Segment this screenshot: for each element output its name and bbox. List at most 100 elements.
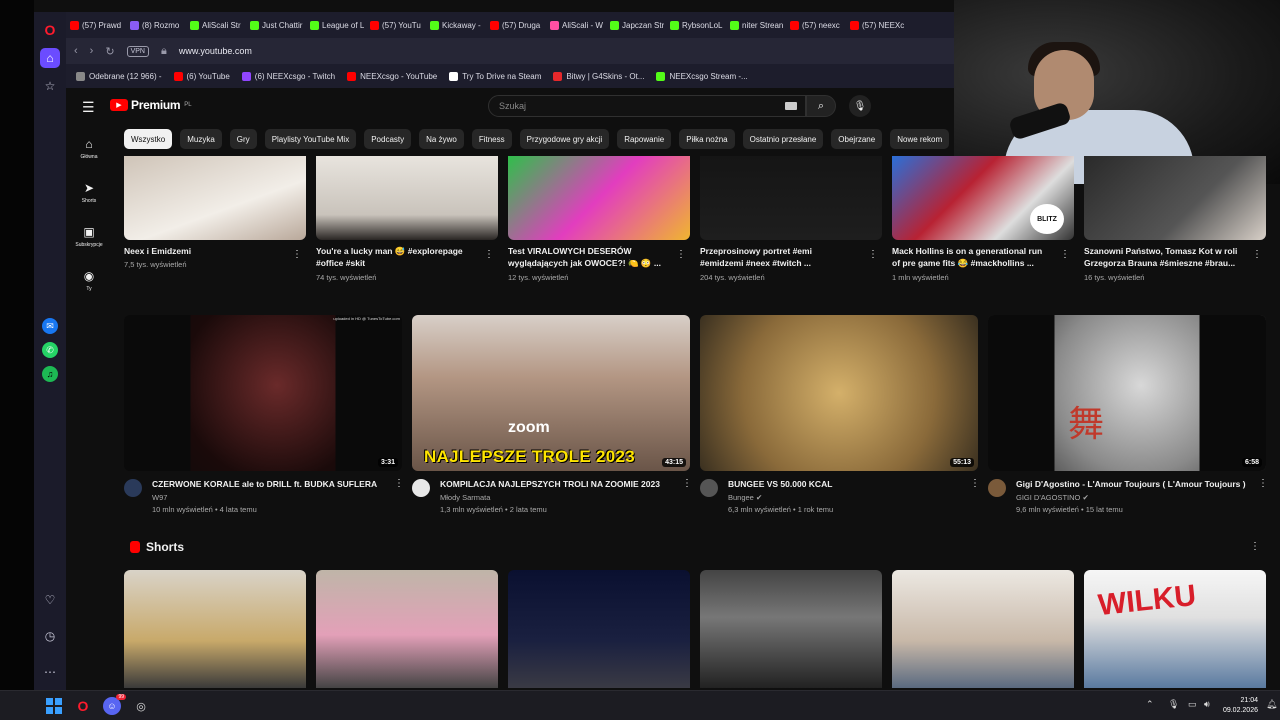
channel-avatar[interactable] [412, 479, 430, 497]
top-video-title[interactable]: Neex i Emidzemi [124, 245, 289, 257]
filter-chip[interactable]: Na żywo [419, 129, 464, 149]
browser-tab[interactable]: (57) YouTu [366, 15, 424, 35]
video-thumbnail[interactable]: uploaded in HD @ TunesToTube.com 3:31 [124, 315, 402, 471]
top-video-title-line2[interactable]: Grzegorza Brauna #śmieszne #brau... [1084, 257, 1249, 269]
back-icon[interactable]: ‹ [74, 45, 78, 57]
forward-icon[interactable]: › [90, 45, 94, 57]
taskbar-clock[interactable]: 21:04 09.02.2026 [1223, 696, 1258, 716]
video-thumbnail[interactable]: zoom NAJLEPSZE TROLE 2023 43:15 [412, 315, 690, 471]
channel-name[interactable]: W97 [152, 492, 167, 504]
browser-tab[interactable]: (8) Rozmo [126, 15, 184, 35]
video-more-icon[interactable]: ⋮ [394, 478, 404, 489]
bookmark-item[interactable]: (6) NEEXcsgo - Twitch [241, 71, 335, 81]
channel-name[interactable]: Bungee ✔ [728, 492, 762, 504]
video-more-icon[interactable]: ⋮ [868, 249, 878, 260]
video-more-icon[interactable]: ⋮ [1258, 478, 1268, 489]
short-thumbnail[interactable] [892, 570, 1074, 688]
spotify-icon[interactable]: ♫ [42, 366, 58, 382]
top-video-title[interactable]: Mack Hollins is on a generational run [892, 245, 1057, 257]
browser-tab[interactable]: (57) Prawd [66, 15, 124, 35]
short-thumbnail[interactable] [700, 570, 882, 688]
guide-item[interactable]: ▣ Subskrypcje [66, 214, 112, 258]
browser-tab[interactable]: AliScali Str [186, 15, 244, 35]
video-more-icon[interactable]: ⋮ [682, 478, 692, 489]
channel-avatar[interactable] [988, 479, 1006, 497]
top-video-title-line2[interactable]: #emidzemi #neex #twitch ... [700, 257, 865, 269]
short-thumbnail[interactable] [124, 570, 306, 688]
bookmark-item[interactable]: Try To Drive na Steam [449, 71, 541, 81]
home-icon[interactable]: ⌂ [40, 48, 60, 68]
video-more-icon[interactable]: ⋮ [292, 249, 302, 260]
reload-icon[interactable]: ↻ [105, 45, 114, 58]
top-video-title[interactable]: Szanowni Państwo, Tomasz Kot w roli [1084, 245, 1249, 257]
browser-tab[interactable]: Kickaway - [426, 15, 484, 35]
filter-chip[interactable]: Muzyka [180, 129, 222, 149]
top-video-thumbnail[interactable] [316, 156, 498, 240]
filter-chip[interactable]: Playlisty YouTube Mix [264, 129, 357, 149]
top-video-title[interactable]: Test VIRALOWYCH DESERÓW [508, 245, 673, 257]
browser-tab[interactable]: RybsonLoL [666, 15, 724, 35]
filter-chip[interactable]: Fitness [471, 129, 512, 149]
filter-chip[interactable]: Rapowanie [617, 129, 672, 149]
bookmarks-icon[interactable]: ☆ [40, 76, 60, 96]
browser-tab[interactable]: (57) neexc [786, 15, 844, 35]
channel-name[interactable]: Młody Sarmata [440, 492, 490, 504]
video-more-icon[interactable]: ⋮ [1060, 249, 1070, 260]
guide-item[interactable]: ➤ Shorts [66, 170, 112, 214]
guide-item[interactable]: ◉ Ty [66, 258, 112, 302]
video-title[interactable]: CZERWONE KORALE ale to DRILL ft. BUDKA S… [152, 478, 392, 490]
top-video-title-line2[interactable]: #office #skit [316, 257, 481, 269]
youtube-logo[interactable]: ▶ Premium PL [110, 98, 192, 112]
whatsapp-icon[interactable]: ✆ [42, 342, 58, 358]
bookmark-item[interactable]: Odebrane (12 966) - [76, 71, 162, 81]
filter-chip[interactable]: Nowe rekom [890, 129, 950, 149]
video-title[interactable]: Gigi D'Agostino - L'Amour Toujours ( L'A… [1016, 478, 1256, 490]
vpn-badge[interactable]: VPN [126, 45, 149, 57]
short-thumbnail[interactable] [316, 570, 498, 688]
top-video-title[interactable]: Przeprosinowy portret #emi [700, 245, 865, 257]
more-icon[interactable]: ⋯ [40, 662, 60, 682]
notifications-icon[interactable]: 🔔︎ [1266, 699, 1277, 710]
video-thumbnail[interactable]: 舞 6:58 [988, 315, 1266, 471]
filter-chip[interactable]: Wszystko [124, 129, 173, 149]
top-video-thumbnail[interactable] [1084, 156, 1266, 240]
url-field[interactable]: www.youtube.com [179, 46, 252, 56]
guide-item[interactable]: ⌂ Główna [66, 126, 112, 170]
keyboard-icon[interactable] [785, 102, 797, 110]
browser-tab[interactable]: AliScali - W [546, 15, 604, 35]
top-video-thumbnail[interactable] [124, 156, 306, 240]
top-video-thumbnail[interactable] [508, 156, 690, 240]
video-title[interactable]: BUNGEE VS 50.000 KCAL [728, 478, 968, 490]
browser-tab[interactable]: niter Strean [726, 15, 784, 35]
filter-chip[interactable]: Podcasty [364, 129, 412, 149]
browser-tab[interactable]: League of L [306, 15, 364, 35]
channel-avatar[interactable] [700, 479, 718, 497]
discord-taskbar-icon[interactable]: ☺ 99 [103, 694, 126, 715]
bookmark-item[interactable]: Bitwy | G4Skins - Ot... [553, 71, 644, 81]
search-button[interactable]: ⌕ [806, 95, 836, 117]
top-video-thumbnail[interactable]: BLITZ [892, 156, 1074, 240]
voice-search-button[interactable]: 🎙︎ [849, 95, 871, 117]
tray-expand-icon[interactable]: ⌃ [1146, 699, 1154, 710]
short-thumbnail[interactable] [508, 570, 690, 688]
opera-taskbar-icon[interactable]: O [74, 697, 92, 715]
search-input[interactable]: Szukaj [488, 95, 806, 117]
bookmark-item[interactable]: (6) YouTube [173, 71, 230, 81]
shorts-more-icon[interactable]: ⋮ [1250, 541, 1260, 552]
menu-icon[interactable]: ☰ [82, 99, 95, 116]
heart-icon[interactable]: ♡ [40, 590, 60, 610]
tray-mic-icon[interactable]: 🎙︎ [1168, 699, 1179, 710]
top-video-title-line2[interactable]: of pre game fits 😂 #mackhollins ... [892, 257, 1057, 269]
filter-chip[interactable]: Przygodowe gry akcji [519, 129, 610, 149]
bookmark-item[interactable]: NEEXcsgo - YouTube [347, 71, 437, 81]
tray-volume-icon[interactable]: 🔊︎ [1204, 699, 1210, 710]
short-thumbnail[interactable]: WILKU [1084, 570, 1266, 688]
filter-chip[interactable]: Gry [229, 129, 257, 149]
browser-tab[interactable]: (57) Druga [486, 15, 544, 35]
video-more-icon[interactable]: ⋮ [970, 478, 980, 489]
top-video-thumbnail[interactable] [700, 156, 882, 240]
filter-chip[interactable]: Obejrzane [831, 129, 883, 149]
channel-avatar[interactable] [124, 479, 142, 497]
video-thumbnail[interactable]: 55:13 [700, 315, 978, 471]
opera-logo-icon[interactable]: O [40, 20, 60, 40]
